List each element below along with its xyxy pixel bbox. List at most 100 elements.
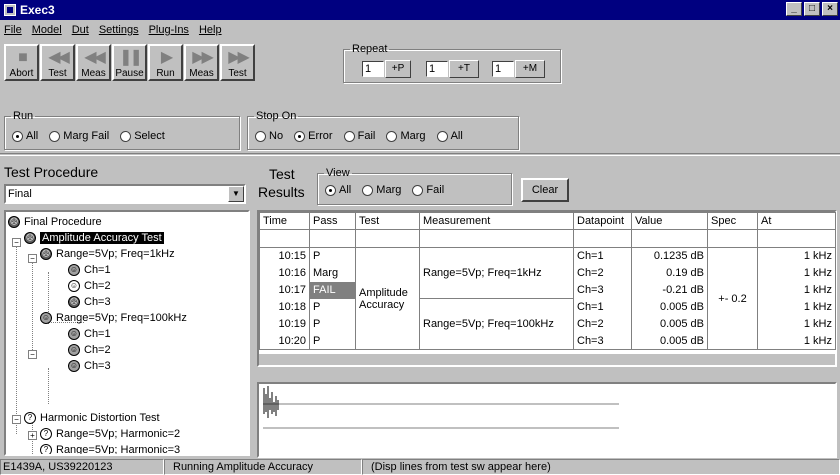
tree-node-ch2[interactable]: ☺ Ch=2 [68,278,111,294]
repeat-t-input[interactable]: 1 [426,61,448,77]
abort-button[interactable]: ■ Abort [4,44,39,81]
run-button[interactable]: ▶ Run [148,44,183,81]
title-bar[interactable]: Exec3 _ □ × [0,0,840,20]
step-back-icon: ◀◀ [84,49,106,66]
stop-marg-radio[interactable]: Marg [386,130,426,142]
tree-node-ch2[interactable]: ☺ Ch=2 [68,342,111,358]
cell-time: 10:18 [259,298,310,316]
tree-node-range-100khz[interactable]: ☺ Range=5Vp; Freq=100kHz [40,310,187,326]
view-all-radio[interactable]: All [325,184,351,196]
results-table: Time Pass Test Measurement Datapoint Val… [257,210,837,367]
view-fail-radio[interactable]: Fail [412,184,444,196]
splitter[interactable] [0,153,840,156]
cell-datapoint: Ch=1 [573,298,632,316]
happy-face-icon: ☺ [68,328,80,340]
tree-node-range-1khz[interactable]: ☹ Range=5Vp; Freq=1kHz [40,246,175,262]
run-select-radio[interactable]: Select [120,130,165,142]
stop-on-legend: Stop On [256,110,297,122]
menu-plugins[interactable]: Plug-Ins [149,24,189,36]
clear-button[interactable]: Clear [521,178,569,202]
menu-help[interactable]: Help [199,24,222,36]
col-test[interactable]: Test [355,212,420,230]
happy-face-icon: ☺ [68,264,80,276]
meas-back-button[interactable]: ◀◀ Meas [76,44,111,81]
col-value[interactable]: Value [631,212,708,230]
status-bar: E1439A, US39220123 Running Amplitude Acc… [0,459,840,475]
test-results-label-line1: Test [269,166,295,182]
menu-file[interactable]: File [4,24,22,36]
cell-time: 10:16 [259,264,310,282]
repeat-p-input[interactable]: 1 [362,61,384,77]
waveform-display [257,382,837,458]
pause-button[interactable]: ❚❚ Pause [112,44,147,81]
minimize-button[interactable]: _ [786,2,802,16]
col-datapoint[interactable]: Datapoint [573,212,632,230]
tree-node-amplitude-accuracy[interactable]: ☹ Amplitude Accuracy Test [24,230,164,246]
app-icon[interactable] [4,4,16,16]
col-spec[interactable]: Spec [707,212,758,230]
repeat-p-button[interactable]: +P [385,60,411,78]
cell-time: 10:20 [259,332,310,350]
run-all-radio[interactable]: All [12,130,38,142]
close-button[interactable]: × [822,2,838,16]
col-at[interactable]: At [757,212,836,230]
tree-node-harmonic-distortion[interactable]: ? Harmonic Distortion Test [24,410,160,426]
happy-face-icon: ☺ [68,344,80,356]
repeat-t-button[interactable]: +T [449,60,479,78]
table-row[interactable]: 10:15 P Amplitude Accuracy Range=5Vp; Fr… [259,247,836,350]
sad-face-icon: ☹ [40,248,52,260]
menu-dut[interactable]: Dut [72,24,89,36]
run-margfail-radio[interactable]: Marg Fail [49,130,109,142]
radio-dot [362,184,374,196]
tree-node-ch3[interactable]: ☹ Ch=3 [68,294,111,310]
stop-no-radio[interactable]: No [255,130,283,142]
tree-node-harmonic-2[interactable]: ? Range=5Vp; Harmonic=2 [40,426,180,442]
view-legend: View [326,167,350,179]
expand-toggle[interactable]: + [28,431,37,440]
cell-at: 1 kHz [757,281,836,299]
procedure-tree: − − − − + ☹ Final Procedure ☹ Amplitude Ac… [4,210,250,456]
tree-node-ch1[interactable]: ☺ Ch=1 [68,326,111,342]
stop-error-radio[interactable]: Error [294,130,333,142]
repeat-m-button[interactable]: +M [515,60,545,78]
tree-node-ch1[interactable]: ☺ Ch=1 [68,262,111,278]
tree-node-harmonic-3[interactable]: ? Range=5Vp; Harmonic=3 [40,442,180,454]
test-back-button[interactable]: ◀◀ Test [40,44,75,81]
collapse-toggle[interactable]: − [12,238,21,247]
tree-node-ch3[interactable]: ☺ Ch=3 [68,358,111,374]
test-forward-button[interactable]: ▶▶ Test [220,44,255,81]
cell-at: 1 kHz [757,264,836,282]
stop-all-radio[interactable]: All [436,130,463,142]
cell-value: -0.21 dB [631,281,708,299]
chevron-down-icon[interactable]: ▼ [228,186,244,202]
cell-time: 10:19 [259,315,310,333]
view-marg-radio[interactable]: Marg [362,184,401,196]
fast-forward-icon: ▶▶ [228,49,250,66]
col-pass[interactable]: Pass [309,212,356,230]
collapse-toggle[interactable]: − [12,415,21,424]
col-measurement[interactable]: Measurement [419,212,574,230]
cell-pass: FAIL [309,281,356,299]
meas-forward-button[interactable]: ▶▶ Meas [184,44,219,81]
status-message: (Disp lines from test sw appear here) [362,459,840,475]
radio-dot-selected [294,130,306,142]
sad-face-icon: ☹ [68,296,80,308]
cell-value: 0.19 dB [631,264,708,282]
menu-settings[interactable]: Settings [99,24,139,36]
stop-icon: ■ [18,49,28,66]
maximize-button[interactable]: □ [804,2,820,16]
procedure-select[interactable]: Final ▼ [4,184,246,204]
play-icon: ▶ [160,49,173,66]
stop-fail-radio[interactable]: Fail [343,130,375,142]
repeat-m-input[interactable]: 1 [492,61,514,77]
menu-model[interactable]: Model [32,24,62,36]
cell-datapoint: Ch=3 [573,332,632,350]
step-forward-icon: ▶▶ [192,49,214,66]
collapse-toggle[interactable]: − [28,254,37,263]
tree-node-final-procedure[interactable]: ☹ Final Procedure [8,214,102,230]
cell-measurement: Range=5Vp; Freq=1kHz [419,247,574,299]
table-blank-row [259,229,836,248]
cell-value: 0.005 dB [631,315,708,333]
col-time[interactable]: Time [259,212,310,230]
collapse-toggle[interactable]: − [28,350,37,359]
